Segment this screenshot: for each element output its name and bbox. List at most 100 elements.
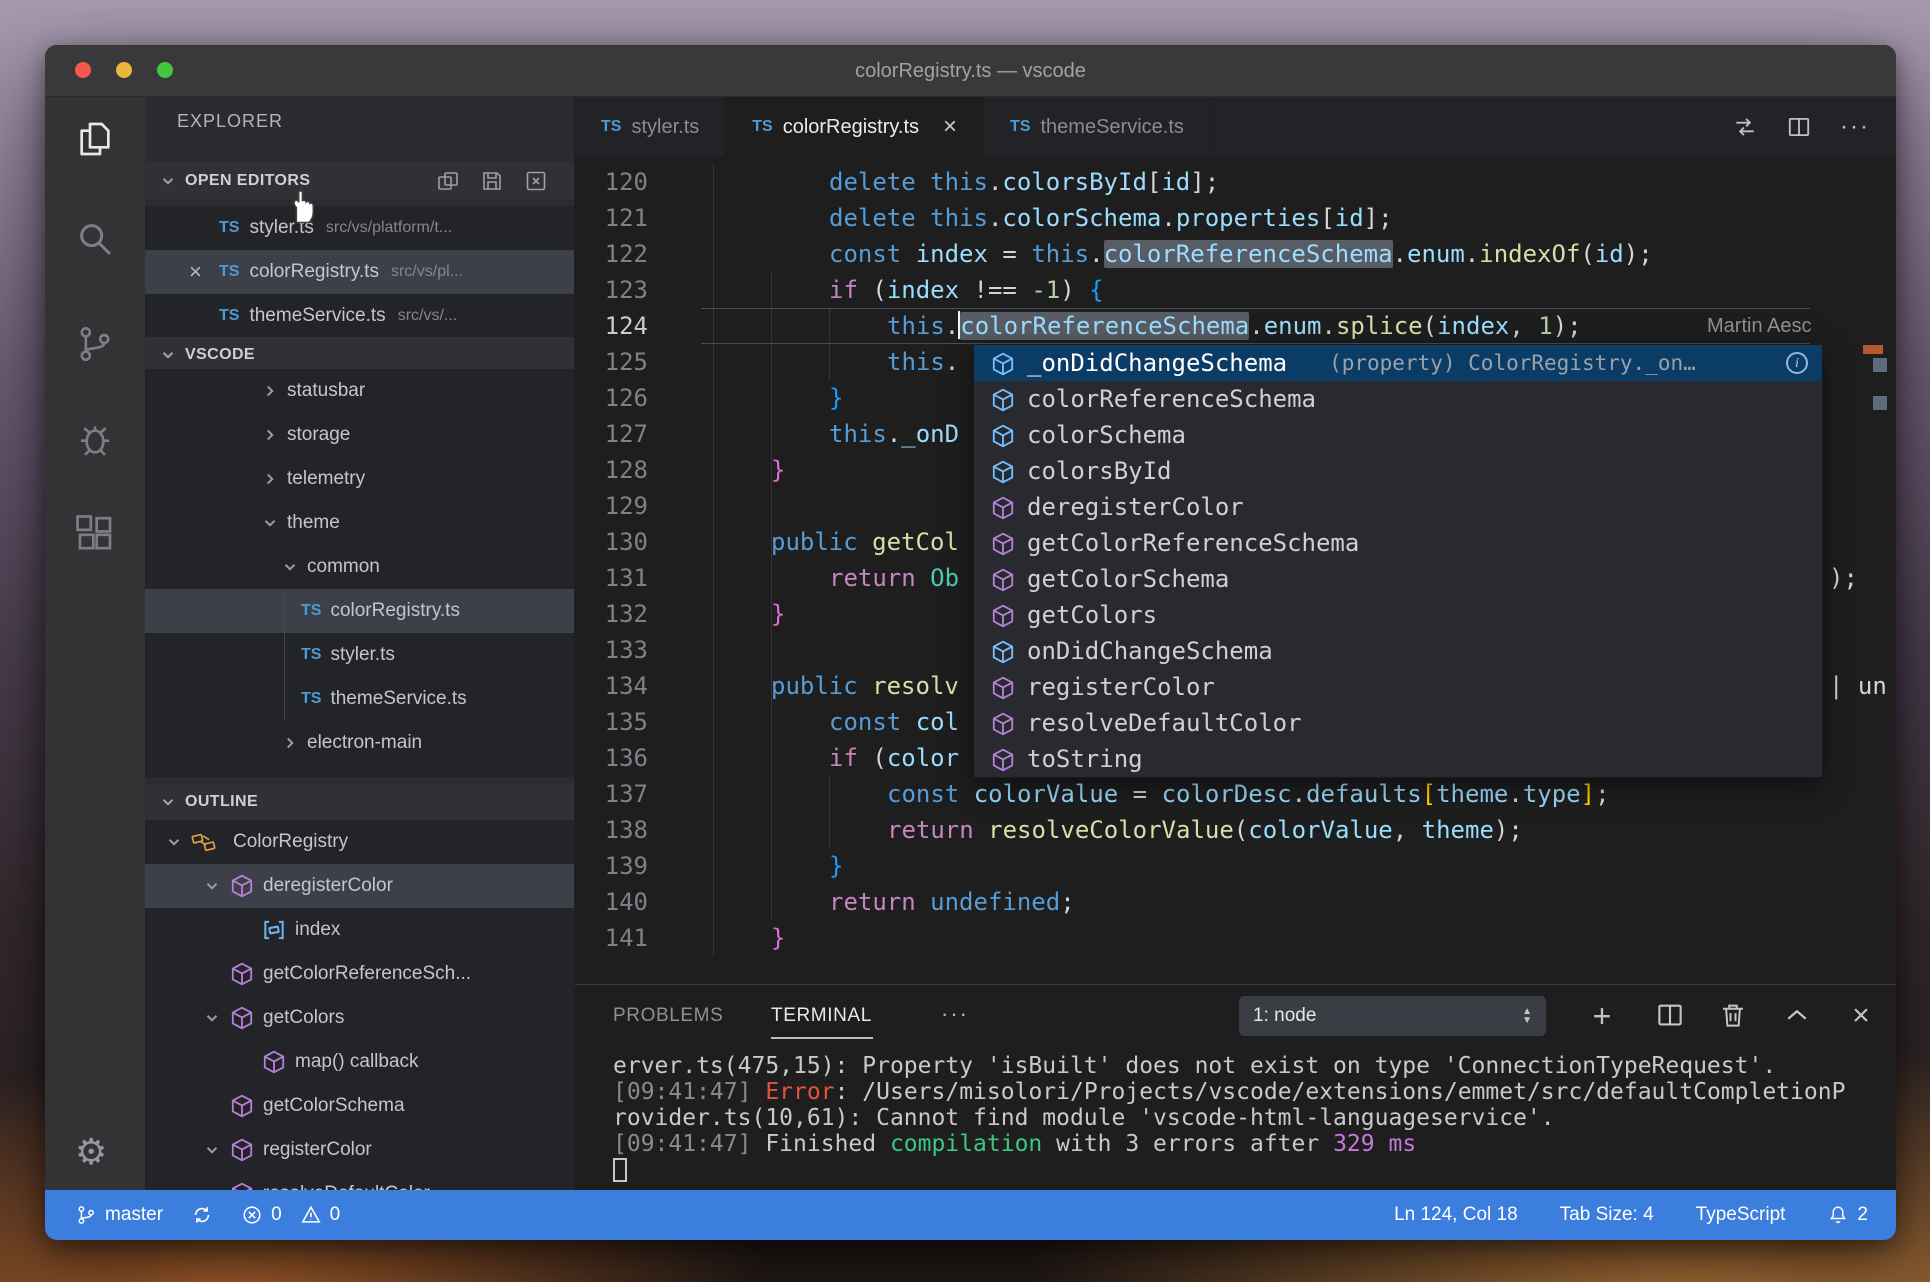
ts-file-icon: TS xyxy=(219,307,240,324)
open-editor-item[interactable]: TS themeService.ts src/vs/... xyxy=(145,294,574,338)
suggest-item[interactable]: getColors xyxy=(974,597,1822,633)
code-line-138[interactable]: 138 return resolveColorValue(colorValue, … xyxy=(575,812,1896,848)
close-panel-icon[interactable]: × xyxy=(1844,1000,1878,1034)
editor-tab-colorRegistry-ts[interactable]: TS colorRegistry.ts × xyxy=(726,97,985,157)
suggest-item[interactable]: colorSchema xyxy=(974,417,1822,453)
sync-item[interactable] xyxy=(191,1204,213,1226)
suggest-item[interactable]: _onDidChangeSchema (property) ColorRegist… xyxy=(974,345,1822,381)
tree-file-item[interactable]: TS styler.ts xyxy=(145,633,574,677)
index-symbol-icon xyxy=(261,917,287,943)
suggest-item[interactable]: colorsById xyxy=(974,453,1822,489)
suggest-item[interactable]: resolveDefaultColor xyxy=(974,705,1822,741)
editor-tab-themeService-ts[interactable]: TS themeService.ts xyxy=(984,97,1211,157)
vscode-folder-header[interactable]: VSCODE xyxy=(145,337,574,373)
suggest-item[interactable]: onDidChangeSchema xyxy=(974,633,1822,669)
outline-item[interactable]: index xyxy=(145,908,574,952)
outline-item[interactable]: deregisterColor xyxy=(145,864,574,908)
outline-item-label: resolveDefaultColor xyxy=(263,1183,430,1190)
outline-item[interactable]: resolveDefaultColor xyxy=(145,1172,574,1190)
open-editor-item[interactable]: TS styler.ts src/vs/platform/t... xyxy=(145,206,574,250)
close-all-editors-icon[interactable] xyxy=(524,169,548,193)
kill-terminal-trash-icon[interactable] xyxy=(1716,1000,1750,1034)
outline-header[interactable]: OUTLINE xyxy=(145,784,574,820)
tab-problems[interactable]: PROBLEMS xyxy=(613,985,723,1047)
code-line-123[interactable]: 123 if (index !== -1) { xyxy=(575,272,1896,308)
open-editors-list: TS styler.ts src/vs/platform/t... × TS colorR… xyxy=(145,206,574,338)
extensions-icon[interactable] xyxy=(75,514,115,554)
code-line-141[interactable]: 141} xyxy=(575,920,1896,956)
tree-file-item[interactable]: TS colorRegistry.ts xyxy=(145,589,574,633)
line-number: 120 xyxy=(604,168,648,196)
code-token: color xyxy=(886,744,960,772)
code-line-140[interactable]: 140 return undefined; xyxy=(575,884,1896,920)
search-icon[interactable] xyxy=(75,219,115,259)
code-line-120[interactable]: 120 delete this.colorsById[id]; xyxy=(575,164,1896,200)
tree-folder-item[interactable]: storage xyxy=(145,413,574,457)
cursor-position[interactable]: Ln 124, Col 18 xyxy=(1394,1204,1518,1226)
code-editor[interactable]: 120 delete this.colorsById[id]; 121 delete … xyxy=(575,157,1896,984)
titlebar[interactable]: colorRegistry.ts — vscode xyxy=(45,45,1896,97)
tree-folder-item[interactable]: common xyxy=(145,545,574,589)
git-branch-item[interactable]: master xyxy=(75,1204,163,1226)
split-terminal-icon[interactable] xyxy=(1653,1000,1687,1034)
suggest-item[interactable]: registerColor xyxy=(974,669,1822,705)
branch-icon xyxy=(78,1206,94,1224)
terminal-select[interactable]: 1: node ▲ ▼ xyxy=(1239,996,1546,1036)
tree-indent-guide xyxy=(284,589,285,721)
tab-size[interactable]: Tab Size: 4 xyxy=(1560,1204,1654,1226)
explorer-icon[interactable] xyxy=(75,119,115,159)
code-line-121[interactable]: 121 delete this.colorSchema.properties[id… xyxy=(575,200,1896,236)
info-icon[interactable]: i xyxy=(1786,352,1808,374)
vscode-window: colorRegistry.ts — vscode ⚙ EXPLORER OPE… xyxy=(45,45,1896,1240)
panel-more-icon[interactable]: ··· xyxy=(941,985,969,1047)
code-line-137[interactable]: 137 const colorValue = colorDesc.defaults… xyxy=(575,776,1896,812)
close-tab-icon[interactable]: × xyxy=(943,113,957,141)
file-tree: statusbar storage telemetry theme common TS co… xyxy=(145,369,574,777)
split-editor-icon[interactable] xyxy=(1786,114,1812,140)
outline-item[interactable]: getColorReferenceSch... xyxy=(145,952,574,996)
close-editor-icon[interactable]: × xyxy=(189,259,219,285)
code-line-139[interactable]: 139} xyxy=(575,848,1896,884)
debug-icon[interactable] xyxy=(75,419,115,459)
tree-folder-item[interactable]: statusbar xyxy=(145,369,574,413)
code-line-122[interactable]: 122 const index = this.colorReferenceSche… xyxy=(575,236,1896,272)
notifications-item[interactable]: 2 xyxy=(1827,1204,1868,1226)
code-token: . xyxy=(1321,312,1336,340)
open-changes-icon[interactable] xyxy=(1732,114,1758,140)
tree-folder-item[interactable]: telemetry xyxy=(145,457,574,501)
suggest-item[interactable]: getColorSchema xyxy=(974,561,1822,597)
code-token: . xyxy=(1291,780,1307,808)
editor-tab-styler-ts[interactable]: TS styler.ts xyxy=(575,97,727,157)
language-mode[interactable]: TypeScript xyxy=(1696,1204,1786,1226)
method-symbol-icon xyxy=(261,1049,287,1075)
editor-more-actions-icon[interactable]: ··· xyxy=(1840,113,1870,141)
explorer-title: EXPLORER xyxy=(177,111,284,131)
outline-item[interactable]: registerColor xyxy=(145,1128,574,1172)
outline-item[interactable]: map() callback xyxy=(145,1040,574,1084)
suggest-label: registerColor xyxy=(1027,673,1215,701)
source-control-icon[interactable] xyxy=(75,324,115,364)
tree-folder-item[interactable]: electron-main xyxy=(145,721,574,765)
problems-summary[interactable]: 0 0 xyxy=(241,1204,340,1226)
sync-icon xyxy=(194,1207,210,1223)
code-line-124[interactable]: 124 this.colorReferenceSchema.enum.splice… xyxy=(575,308,1896,344)
outline-item[interactable]: getColorSchema xyxy=(145,1084,574,1128)
ts-file-icon: TS xyxy=(301,690,322,707)
maximize-panel-icon[interactable] xyxy=(1780,1000,1814,1034)
open-editor-filename: themeService.ts xyxy=(249,305,386,326)
tree-file-item[interactable]: TS themeService.ts xyxy=(145,677,574,721)
tree-folder-item[interactable]: theme xyxy=(145,501,574,545)
open-editor-item[interactable]: × TS colorRegistry.ts src/vs/pl... xyxy=(145,250,574,294)
save-all-icon[interactable] xyxy=(480,169,504,193)
outline-item[interactable]: ColorRegistry xyxy=(145,820,574,864)
settings-gear-icon[interactable]: ⚙ xyxy=(75,1132,107,1172)
terminal-output[interactable]: erver.ts(475,15): Property 'isBuilt' doe… xyxy=(575,1047,1896,1190)
new-editor-group-icon[interactable] xyxy=(436,169,460,193)
line-number: 126 xyxy=(604,384,648,412)
new-terminal-icon[interactable]: + xyxy=(1585,1000,1619,1034)
suggest-item[interactable]: deregisterColor xyxy=(974,489,1822,525)
suggest-item[interactable]: toString xyxy=(974,741,1822,777)
suggest-item[interactable]: colorReferenceSchema xyxy=(974,381,1822,417)
outline-item[interactable]: getColors xyxy=(145,996,574,1040)
suggest-item[interactable]: getColorReferenceSchema xyxy=(974,525,1822,561)
